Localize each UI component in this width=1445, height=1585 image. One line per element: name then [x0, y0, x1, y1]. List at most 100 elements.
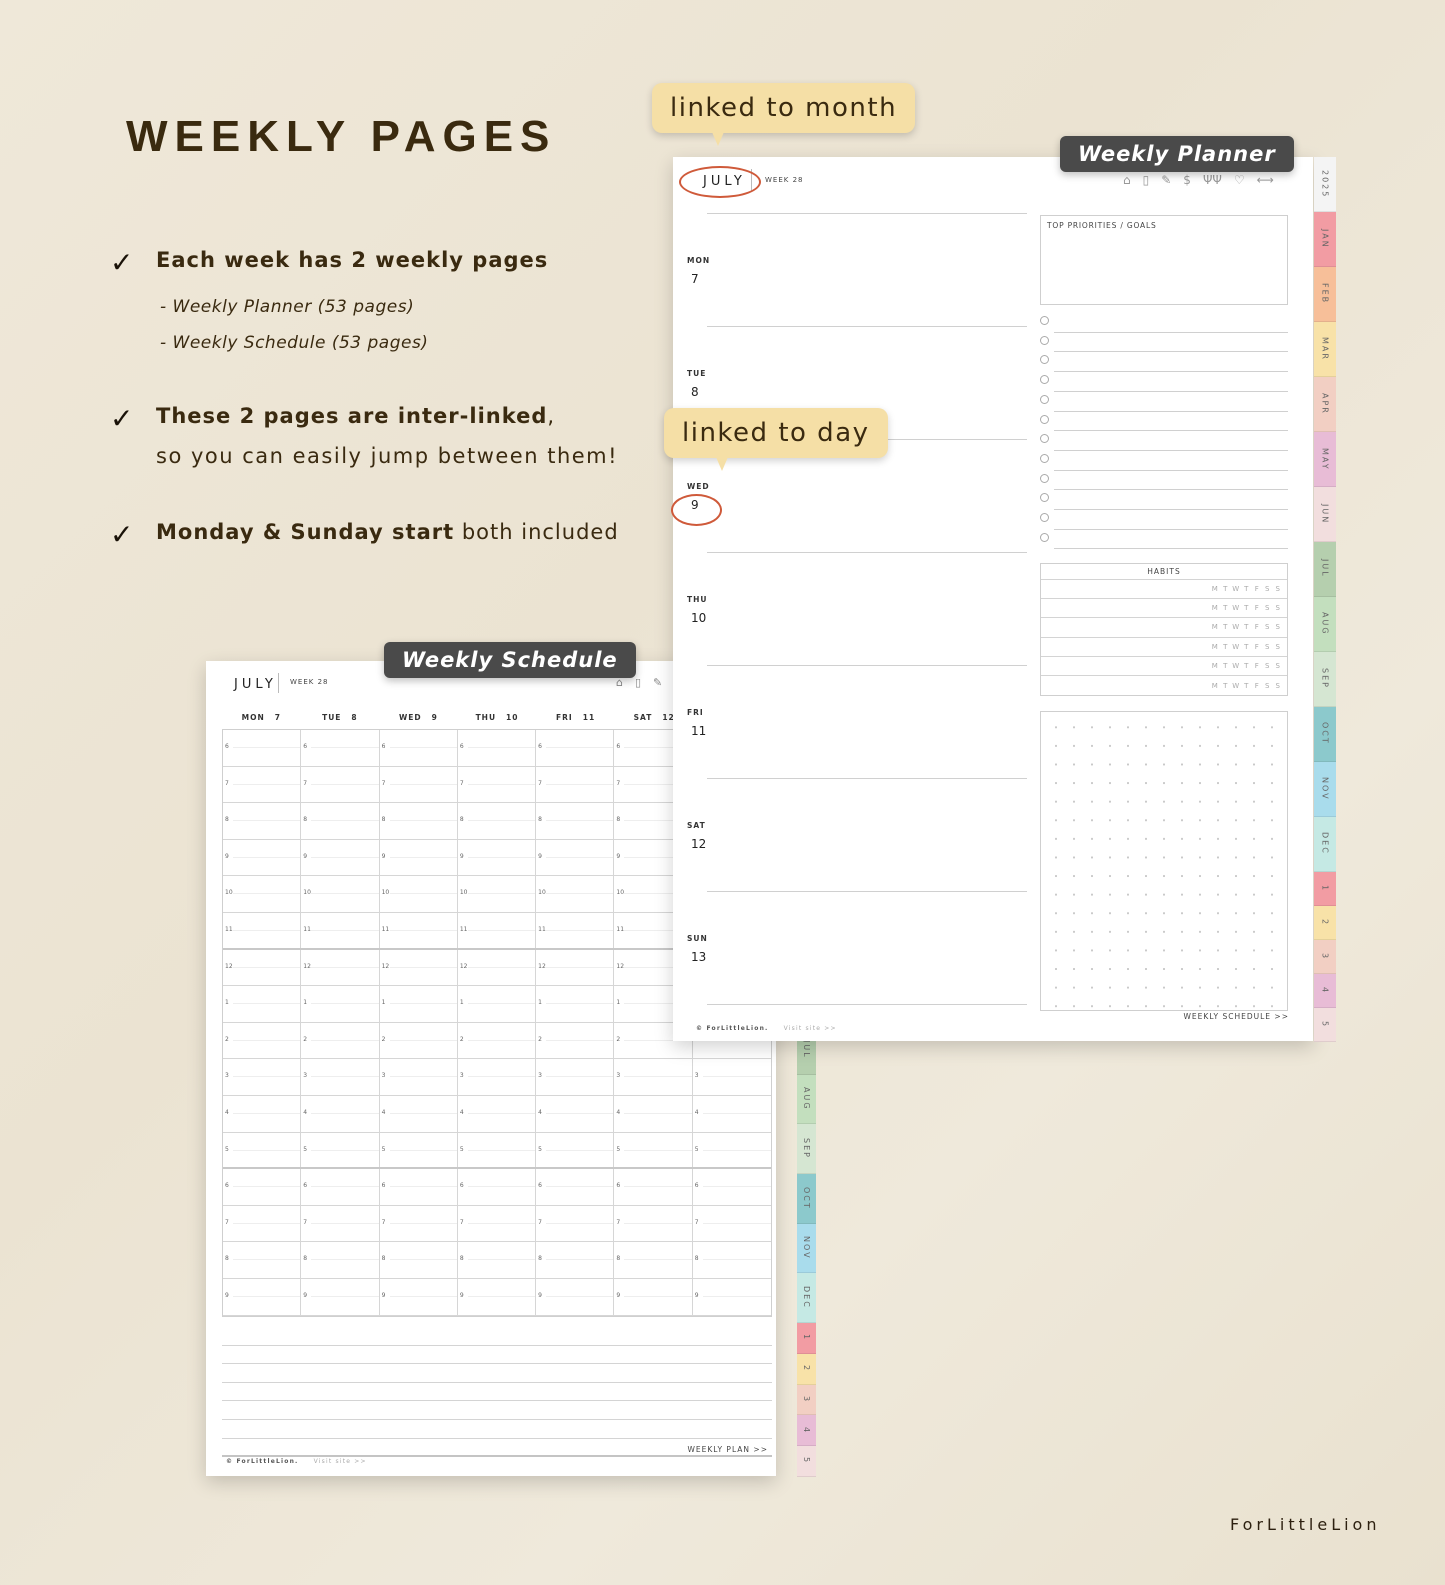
time-slot[interactable]: 10	[380, 876, 458, 912]
note-line[interactable]	[222, 1420, 772, 1439]
habit-day-marker[interactable]: F	[1252, 662, 1263, 670]
todo-item[interactable]	[1040, 313, 1288, 333]
habit-day-marker[interactable]: S	[1262, 585, 1273, 593]
todo-item[interactable]	[1040, 392, 1288, 412]
time-slot[interactable]: 7	[458, 1205, 537, 1242]
checkbox-circle[interactable]	[1040, 316, 1049, 325]
habit-day-marker[interactable]: S	[1273, 623, 1284, 631]
side-tab-jan[interactable]: JAN	[1314, 211, 1336, 267]
checkbox-circle[interactable]	[1040, 375, 1049, 385]
habit-day-marker[interactable]: W	[1231, 662, 1242, 670]
time-slot[interactable]: 7	[223, 766, 302, 803]
time-slot[interactable]: 5	[693, 1133, 772, 1168]
side-tab-3[interactable]: 3	[797, 1384, 816, 1416]
time-slot[interactable]: 6	[380, 1169, 458, 1205]
time-slot[interactable]: 3	[223, 1059, 302, 1095]
time-slot[interactable]: 7	[301, 1205, 380, 1242]
habit-day-marker[interactable]: M	[1210, 682, 1221, 690]
habit-day-marker[interactable]: F	[1252, 623, 1263, 631]
time-slot[interactable]: 4	[380, 1095, 458, 1132]
side-tab-sep[interactable]: SEP	[797, 1124, 816, 1174]
side-tab-4[interactable]: 4	[1314, 973, 1336, 1008]
todo-item[interactable]	[1040, 352, 1288, 373]
time-slot[interactable]: 8	[458, 1242, 537, 1278]
habit-day-marker[interactable]: M	[1210, 604, 1221, 612]
side-tab-jul[interactable]: JUL	[1314, 541, 1336, 597]
todo-item[interactable]	[1040, 471, 1288, 491]
side-tab-dec[interactable]: DEC	[1314, 816, 1336, 872]
side-tab-3[interactable]: 3	[1314, 939, 1336, 974]
day-date-link[interactable]: 13	[691, 950, 706, 964]
habit-day-marker[interactable]: W	[1231, 682, 1242, 690]
time-slot[interactable]: 6	[614, 1169, 693, 1205]
habit-row[interactable]: MTWTFSS	[1041, 618, 1287, 638]
habit-day-marker[interactable]: T	[1241, 585, 1252, 593]
habit-day-marker[interactable]: T	[1220, 662, 1231, 670]
habit-day-marker[interactable]: S	[1262, 682, 1273, 690]
time-slot[interactable]: 8	[693, 1242, 772, 1278]
habit-day-marker[interactable]: S	[1262, 662, 1273, 670]
habit-day-marker[interactable]: T	[1241, 682, 1252, 690]
time-slot[interactable]: 11	[380, 912, 458, 948]
todo-item[interactable]	[1040, 510, 1288, 530]
habit-day-marker[interactable]: S	[1262, 643, 1273, 651]
time-slot[interactable]: 4	[458, 1095, 537, 1132]
time-slot[interactable]: 3	[693, 1059, 772, 1095]
day-date-link[interactable]: 11	[691, 724, 706, 738]
time-slot[interactable]: 8	[458, 803, 537, 839]
side-tab-4[interactable]: 4	[797, 1415, 816, 1447]
dot-grid-notes[interactable]	[1040, 711, 1288, 1011]
time-slot[interactable]: 8	[536, 803, 615, 839]
checkbox-circle[interactable]	[1040, 513, 1049, 522]
visit-site-link[interactable]: Visit site >>	[314, 1458, 367, 1465]
habit-day-marker[interactable]: S	[1273, 662, 1284, 670]
habit-day-marker[interactable]: S	[1273, 604, 1284, 612]
time-slot[interactable]: 3	[458, 1059, 537, 1095]
month-link[interactable]: JULY	[234, 677, 277, 692]
time-slot[interactable]: 9	[223, 1278, 302, 1315]
pencil-icon[interactable]: ✎	[653, 676, 662, 689]
time-slot[interactable]: 6	[536, 730, 615, 766]
day-section[interactable]: FRI 11	[687, 666, 1027, 779]
dollar-icon[interactable]: $	[1183, 173, 1191, 187]
habit-day-marker[interactable]: W	[1231, 643, 1242, 651]
side-tab-nov[interactable]: NOV	[1314, 761, 1336, 817]
habit-day-marker[interactable]: M	[1210, 623, 1221, 631]
side-tab-5[interactable]: 5	[1314, 1007, 1336, 1042]
time-slot[interactable]: 4	[301, 1095, 380, 1132]
todo-item[interactable]	[1040, 412, 1288, 432]
time-slot[interactable]: 10	[301, 876, 380, 912]
time-slot[interactable]: 8	[301, 1242, 380, 1278]
side-tab-sep[interactable]: SEP	[1314, 651, 1336, 707]
heart-icon[interactable]: ♡	[1234, 173, 1245, 187]
time-slot[interactable]: 5	[458, 1132, 537, 1168]
time-slot[interactable]: 6	[693, 1169, 772, 1205]
time-slot[interactable]: 5	[614, 1132, 693, 1168]
time-slot[interactable]: 8	[223, 1242, 302, 1278]
time-slot[interactable]: 10	[536, 876, 615, 912]
note-line[interactable]	[222, 1383, 772, 1402]
time-slot[interactable]: 5	[223, 1132, 302, 1168]
time-slot[interactable]: 7	[458, 766, 537, 803]
time-slot[interactable]: 6	[458, 730, 537, 766]
time-slot[interactable]: 4	[536, 1095, 615, 1132]
home-icon[interactable]: ⌂	[1123, 173, 1131, 187]
habit-day-marker[interactable]: M	[1210, 585, 1221, 593]
time-slot[interactable]: 1	[380, 986, 458, 1022]
time-slot[interactable]: 6	[380, 730, 458, 766]
day-section[interactable]: SUN 13	[687, 892, 1027, 1005]
day-date-link[interactable]: 8	[691, 385, 699, 399]
habit-day-marker[interactable]: F	[1252, 585, 1263, 593]
habit-day-marker[interactable]: M	[1210, 662, 1221, 670]
time-slot[interactable]: 8	[380, 1242, 458, 1278]
day-column-header[interactable]: MON 7	[222, 713, 301, 722]
habit-day-marker[interactable]: T	[1241, 643, 1252, 651]
checkbox-circle[interactable]	[1040, 532, 1049, 542]
time-slot[interactable]: 12	[301, 949, 380, 986]
habit-day-marker[interactable]: S	[1262, 623, 1273, 631]
time-slot[interactable]: 3	[536, 1059, 615, 1095]
time-slot[interactable]: 11	[223, 912, 302, 948]
time-slot[interactable]: 10	[458, 876, 537, 912]
time-slot[interactable]: 9	[380, 1278, 458, 1315]
time-slot[interactable]: 6	[458, 1169, 537, 1205]
